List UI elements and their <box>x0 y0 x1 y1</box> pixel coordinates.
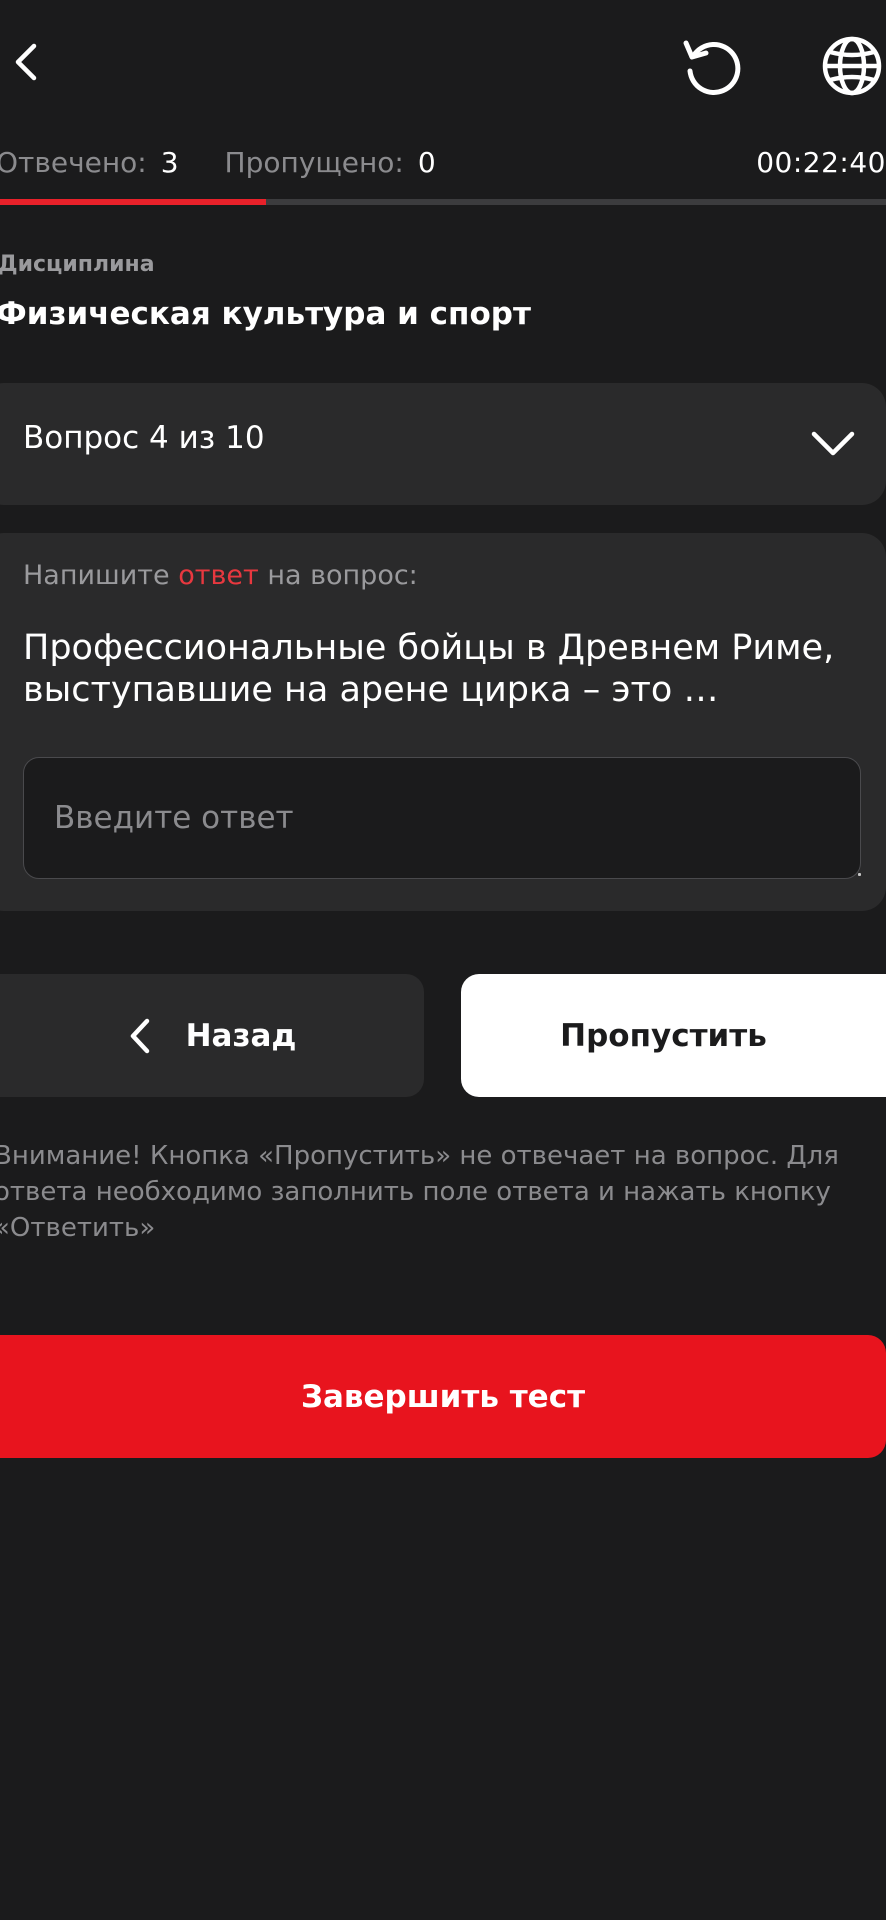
skipped-label: Пропущено: <box>224 145 404 179</box>
skipped-count: 0 <box>417 145 436 179</box>
discipline-title: Физическая культура и спорт <box>0 296 531 332</box>
back-button[interactable] <box>0 22 52 102</box>
skip-button[interactable]: Пропустить <box>461 974 886 1097</box>
progress-fill <box>0 199 266 205</box>
chevron-left-icon <box>15 43 37 81</box>
refresh-button[interactable] <box>672 24 750 108</box>
warning-text: Внимание! Кнопка «Пропустить» не отвечае… <box>0 1141 839 1243</box>
chevron-down-icon[interactable] <box>808 424 858 464</box>
discipline-label: Дисциплина <box>0 252 155 277</box>
answer-input[interactable] <box>23 757 861 879</box>
skip-label: Пропустить <box>560 1017 767 1054</box>
progress-bar <box>0 199 886 205</box>
question-selector-label: Вопрос 4 из 10 <box>23 420 265 456</box>
timer: 00:22:40 <box>756 145 886 179</box>
resize-handle[interactable] <box>858 873 861 876</box>
question-text: Профессиональные бойцы в Древнем Риме, в… <box>23 628 835 710</box>
finish-test-button[interactable]: Завершить тест <box>0 1335 886 1458</box>
finish-test-label: Завершить тест <box>300 1378 586 1415</box>
chevron-left-icon <box>130 1018 149 1053</box>
stats-row: Отвечено: 3 Пропущено: 0 <box>0 140 436 184</box>
back-nav-button[interactable]: Назад <box>0 974 424 1097</box>
question-instruction: Напишите ответ на вопрос: <box>23 560 418 591</box>
answered-label: Отвечено: <box>0 145 147 179</box>
refresh-icon <box>683 40 741 95</box>
back-nav-label: Назад <box>185 1017 297 1054</box>
language-button[interactable] <box>818 24 886 108</box>
answered-count: 3 <box>160 145 179 179</box>
globe-icon <box>822 36 882 96</box>
